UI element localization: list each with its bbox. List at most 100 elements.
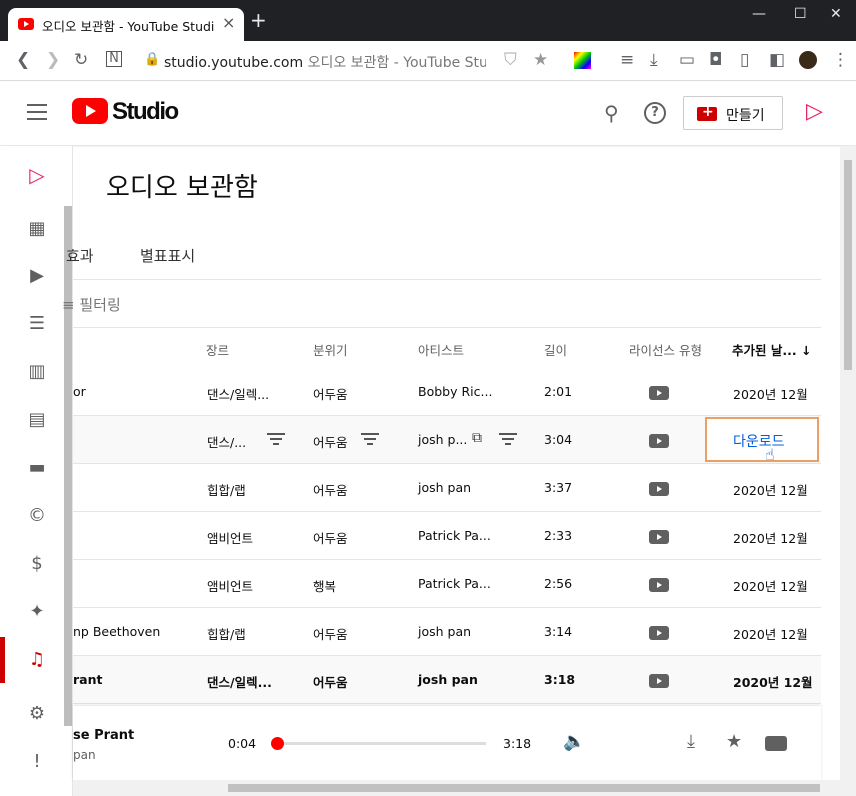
forward-icon[interactable]: ❯ <box>46 50 60 70</box>
playlist-icon[interactable]: ≡ <box>620 50 634 70</box>
menu-dots-icon[interactable]: ⋮ <box>832 50 849 70</box>
browser-nav-bar: ❮ ❯ ↻ N 🔒 studio.youtube.com 오디오 보관함 - Y… <box>0 41 856 81</box>
filter-icon: ≡ <box>62 296 80 314</box>
vertical-scrollbar-thumb[interactable] <box>844 160 852 370</box>
horizontal-scrollbar-thumb[interactable] <box>228 784 820 792</box>
hamburger-menu-icon[interactable] <box>27 104 47 120</box>
window-close-icon[interactable]: ✕ <box>830 6 842 22</box>
track-added: 2020년 12월 <box>733 627 808 642</box>
studio-header: Studio ⚲ ? 만들기 ▷ <box>0 82 856 145</box>
bookmark-star-icon[interactable]: ★ <box>533 50 548 70</box>
track-mood: 어두움 <box>313 387 348 402</box>
subtitles-icon[interactable]: ▬ <box>26 457 48 479</box>
notion-extension-icon[interactable]: N <box>106 51 122 67</box>
header-mood[interactable]: 분위기 <box>313 340 348 359</box>
reload-icon[interactable]: ↻ <box>74 50 88 70</box>
create-button[interactable]: 만들기 <box>683 96 783 130</box>
track-length: 2:56 <box>544 576 573 591</box>
back-icon[interactable]: ❮ <box>16 50 30 70</box>
studio-brand[interactable]: Studio <box>112 98 179 126</box>
create-button-label: 만들기 <box>726 108 765 124</box>
youtube-license-icon <box>649 434 669 448</box>
minimize-icon[interactable]: — <box>752 6 766 22</box>
tab-close-icon[interactable]: × <box>222 13 235 32</box>
track-title: rant <box>73 672 103 687</box>
header-genre[interactable]: 장르 <box>206 340 229 359</box>
help-icon[interactable]: ? <box>644 102 666 124</box>
reader-icon[interactable]: ▯ <box>740 50 749 70</box>
copyright-icon[interactable]: © <box>26 505 48 527</box>
track-genre: 댄스/일렉... <box>207 387 270 402</box>
filter-mood-icon[interactable] <box>361 433 379 447</box>
monetization-icon[interactable]: $ <box>26 553 48 575</box>
track-genre: 앰비언트 <box>207 531 254 546</box>
youtube-license-icon <box>649 578 669 592</box>
filter-bar[interactable]: ≡ 필터링 <box>62 294 121 315</box>
sidepanel-icon[interactable]: ◧ <box>769 50 785 70</box>
track-title: np Beethoven <box>73 624 161 639</box>
sidebar-scrollbar[interactable] <box>64 206 72 726</box>
table-row[interactable]: or 댄스/일렉... 어두움 Bobby Ric... 2:01 2020년 … <box>73 368 821 416</box>
track-mood: 어두움 <box>313 675 348 690</box>
customization-icon[interactable]: ✦ <box>26 601 48 623</box>
tab-effects[interactable]: 효과 <box>66 245 94 266</box>
header-added[interactable]: 추가된 날... ↓ <box>732 340 811 359</box>
dashboard-icon[interactable]: ▦ <box>26 218 48 240</box>
player-download-icon[interactable]: ⤓ <box>687 732 695 752</box>
filter-artist-icon[interactable] <box>499 433 517 447</box>
table-row[interactable]: 힙합/랩 어두움 josh pan 3:37 2020년 12월 <box>73 464 821 512</box>
track-length: 3:18 <box>544 672 576 687</box>
search-icon[interactable]: ⚲ <box>604 101 619 125</box>
player-track-title: se Prant <box>73 728 135 743</box>
player-progress-handle[interactable] <box>271 737 285 750</box>
table-row[interactable]: 앰비언트 어두움 Patrick Pa... 2:33 2020년 12월 <box>73 512 821 560</box>
player-star-icon[interactable]: ★ <box>726 732 742 752</box>
open-external-icon[interactable]: ⧉ <box>472 430 482 446</box>
youtube-license-icon <box>649 386 669 400</box>
color-extension-icon[interactable] <box>574 52 591 69</box>
channel-avatar[interactable]: ▷ <box>806 99 823 124</box>
player-youtube-icon[interactable] <box>765 736 787 751</box>
feedback-icon[interactable]: ! <box>26 751 48 773</box>
new-tab-icon[interactable]: + <box>250 10 267 30</box>
track-title: or <box>73 384 86 399</box>
table-row[interactable]: 앰비언트 행복 Patrick Pa... 2:56 2020년 12월 <box>73 560 821 608</box>
shield-icon[interactable]: ⛉ <box>504 50 517 70</box>
track-artist: Bobby Ric... <box>418 384 493 399</box>
track-genre: 힙합/랩 <box>207 483 246 498</box>
track-genre: 댄스/일렉... <box>207 675 272 690</box>
comments-icon[interactable]: ▤ <box>26 409 48 431</box>
download-icon[interactable]: ⤓ <box>650 50 658 70</box>
youtube-license-icon <box>649 482 669 496</box>
table-row[interactable]: 댄스/... 어두움 josh p... ⧉ 3:04 다운로드 ☝ <box>73 416 821 464</box>
download-button[interactable]: 다운로드 ☝ <box>705 417 819 464</box>
analytics-icon[interactable]: ▥ <box>26 361 48 383</box>
header-length[interactable]: 길이 <box>544 340 567 359</box>
browser-tab[interactable]: 오디오 보관함 - YouTube Studio × <box>8 8 244 41</box>
settings-icon[interactable]: ⚙ <box>26 703 48 725</box>
filter-genre-icon[interactable] <box>267 433 285 447</box>
track-artist: Patrick Pa... <box>418 528 491 543</box>
screenshot-camera-icon[interactable]: ◘ <box>709 50 722 70</box>
header-license[interactable]: 라이선스 유형 <box>629 340 702 359</box>
maximize-icon[interactable]: ☐ <box>794 6 807 22</box>
sidebar: ▷ ▦ ▶ ☰ ▥ ▤ ▬ © $ ✦ ♫ ⚙ ! <box>0 146 73 796</box>
address-bar[interactable]: studio.youtube.com 오디오 보관함 - YouTube Stu… <box>164 52 486 72</box>
tab-starred[interactable]: 별표표시 <box>140 245 195 266</box>
youtube-license-icon <box>649 674 669 688</box>
volume-icon[interactable]: 🔈 <box>563 732 585 752</box>
player-progress-track[interactable] <box>273 742 486 745</box>
video-camera-icon[interactable]: ▭ <box>679 50 695 70</box>
table-row[interactable]: np Beethoven 힙합/랩 어두움 josh pan 3:14 2020… <box>73 608 821 656</box>
table-row-playing[interactable]: rant 댄스/일렉... 어두움 josh pan 3:18 2020년 12… <box>73 656 821 704</box>
playlists-icon[interactable]: ☰ <box>26 313 48 335</box>
content-icon[interactable]: ▶ <box>26 265 48 287</box>
youtube-logo-icon[interactable] <box>72 98 108 124</box>
create-video-icon <box>697 104 717 121</box>
lock-icon: 🔒 <box>144 52 161 67</box>
header-artist[interactable]: 아티스트 <box>418 340 464 359</box>
track-mood: 어두움 <box>313 627 348 642</box>
channel-logo-icon[interactable]: ▷ <box>26 164 48 186</box>
audio-library-icon[interactable]: ♫ <box>26 649 48 671</box>
profile-avatar[interactable] <box>799 51 817 69</box>
